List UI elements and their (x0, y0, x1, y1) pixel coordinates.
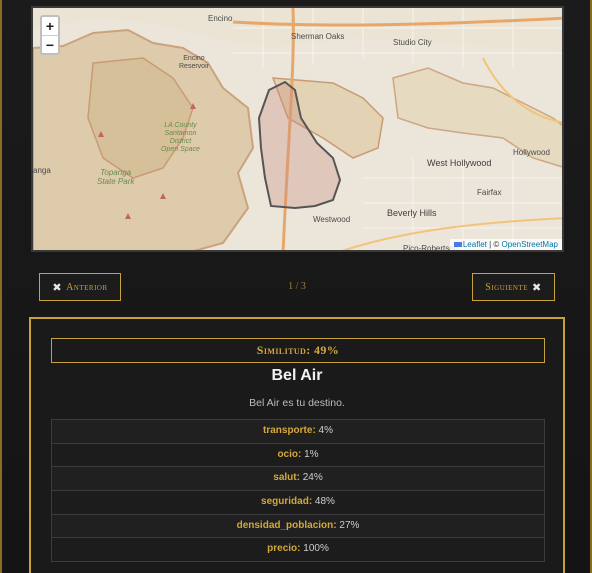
neighborhood-description: Bel Air es tu destino. (249, 397, 345, 409)
stat-value: 1% (301, 448, 319, 460)
pager-count: 1 / 3 (288, 281, 306, 292)
stat-row: densidad_poblacion: 27% (51, 514, 545, 539)
crossed-swords-icon: ✖ (532, 281, 542, 294)
stat-row: precio: 100% (51, 538, 545, 563)
previous-button[interactable]: ✖ Anterior (39, 273, 121, 301)
map-label-west-hollywood: West Hollywood (427, 158, 492, 168)
stat-key: salut: (273, 472, 300, 484)
map-label-encino-reservoir: Encino Reservoir (179, 55, 209, 70)
osm-link[interactable]: OpenStreetMap (502, 240, 558, 249)
stat-value: 48% (312, 496, 335, 508)
leaflet-flag-icon (453, 242, 462, 247)
map-label-westwood: Westwood (313, 215, 351, 224)
next-button-label: Siguiente (485, 281, 528, 293)
stat-value: 4% (315, 425, 334, 436)
stat-row: ocio: 1% (51, 443, 545, 468)
next-button[interactable]: Siguiente ✖ (472, 273, 555, 301)
map-label-beverly-hills: Beverly Hills (387, 208, 437, 218)
stat-row: transporte: 4% (51, 420, 545, 444)
map-view[interactable]: + − Encino Sherman Oaks Studio City Enci… (31, 6, 564, 252)
zoom-control: + − (40, 15, 60, 55)
map-label-sherman-oaks: Sherman Oaks (291, 32, 345, 41)
zoom-out-button[interactable]: − (42, 35, 58, 53)
map-attribution: Leaflet | © OpenStreetMap (449, 239, 562, 250)
stat-value: 24% (299, 472, 323, 484)
stat-key: ocio: (277, 448, 302, 460)
stat-key: seguridad: (261, 496, 313, 508)
attribution-separator: | © (486, 240, 502, 249)
stat-key: densidad_poblacion: (236, 519, 337, 531)
stat-key: transporte: (262, 425, 316, 436)
result-card: Similitud: 49% Bel Air Bel Air es tu des… (29, 317, 565, 573)
map-label-la-county: LA County Santamon District Open Space (161, 122, 200, 153)
previous-button-label: Anterior (66, 281, 108, 293)
stat-row: seguridad: 48% (51, 491, 545, 515)
map-label-encino: Encino (208, 14, 233, 23)
similarity-badge: Similitud: 49% (51, 338, 545, 363)
map-label-studio-city: Studio City (393, 38, 432, 47)
crossed-swords-icon: ✖ (52, 281, 63, 294)
zoom-in-button[interactable]: + (42, 17, 58, 35)
neighborhood-title: Bel Air (271, 367, 323, 384)
page-frame: + − Encino Sherman Oaks Studio City Enci… (0, 0, 592, 573)
stat-value: 27% (336, 519, 360, 531)
stat-value: 100% (300, 543, 329, 555)
map-label-fairfax: Fairfax (477, 188, 502, 197)
map-label-ganga: anga (33, 166, 51, 175)
map-label-hollywood: Hollywood (513, 148, 550, 157)
stat-key: precio: (267, 543, 301, 555)
stats-list: transporte: 4% ocio: 1% salut: 24% segur… (51, 419, 545, 563)
map-label-topanga: Topanga State Park (97, 168, 135, 186)
stat-row: salut: 24% (51, 467, 545, 492)
map-tiles (33, 8, 562, 250)
leaflet-link[interactable]: Leaflet (463, 240, 487, 249)
